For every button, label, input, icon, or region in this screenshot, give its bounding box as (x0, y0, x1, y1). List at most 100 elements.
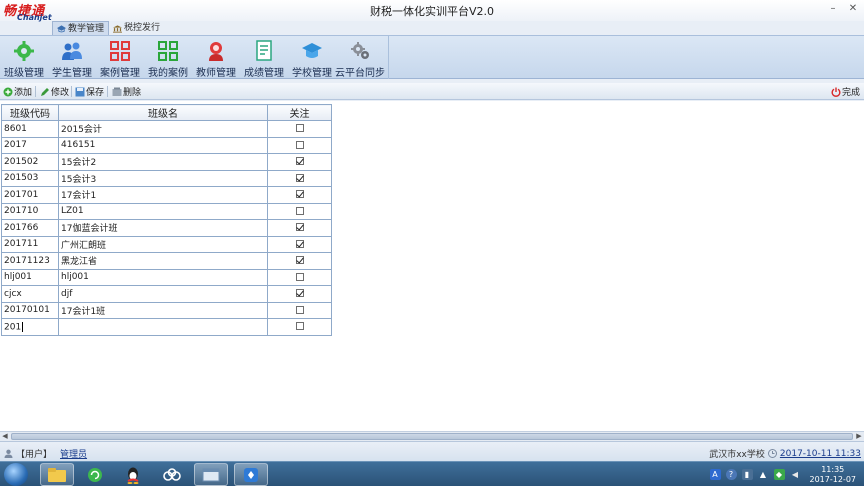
table-row[interactable]: hlj001 hlj001 (1, 268, 332, 286)
class-code-cell[interactable]: hlj001 (1, 268, 59, 286)
class-management-button[interactable]: 班级管理 (0, 36, 48, 79)
language-icon[interactable]: A (709, 469, 721, 480)
follow-cell[interactable] (267, 235, 332, 253)
class-name-cell[interactable]: 15会计2 (58, 153, 268, 171)
help-icon[interactable]: ? (725, 469, 737, 480)
save-button[interactable]: 保存 (75, 85, 104, 98)
student-management-button[interactable]: 学生管理 (48, 36, 96, 79)
user-name-link[interactable]: 管理员 (60, 447, 87, 460)
follow-cell[interactable] (267, 153, 332, 171)
teacher-management-button[interactable]: 教师管理 (192, 36, 240, 79)
follow-checkbox[interactable] (295, 256, 304, 265)
class-code-cell[interactable]: 201 (1, 318, 59, 336)
table-row[interactable]: 201766 17伽蓝会计班 (1, 219, 332, 237)
horizontal-scrollbar[interactable]: ◀ ▶ (0, 431, 864, 441)
follow-cell[interactable] (267, 120, 332, 138)
follow-checkbox[interactable] (295, 289, 304, 298)
follow-cell[interactable] (267, 252, 332, 270)
class-name-cell[interactable]: hlj001 (58, 268, 268, 286)
follow-cell[interactable] (267, 268, 332, 286)
scroll-right-arrow[interactable]: ▶ (854, 432, 864, 441)
header-follow[interactable]: 关注 (267, 104, 332, 121)
follow-cell[interactable] (267, 219, 332, 237)
follow-checkbox[interactable] (295, 206, 304, 215)
table-row[interactable]: 201701 17会计1 (1, 186, 332, 204)
follow-checkbox[interactable] (295, 223, 304, 232)
done-button[interactable]: 完成 (831, 85, 860, 98)
table-row[interactable]: 201503 15会计3 (1, 169, 332, 187)
class-code-cell[interactable]: 2017 (1, 136, 59, 154)
class-code-cell[interactable]: 201701 (1, 186, 59, 204)
taskbar-app-qq[interactable] (116, 463, 150, 486)
follow-checkbox[interactable] (295, 140, 304, 149)
class-code-cell[interactable]: 20170101 (1, 301, 59, 319)
score-management-button[interactable]: 成绩管理 (240, 36, 288, 79)
scrollbar-thumb[interactable] (11, 433, 853, 440)
school-management-button[interactable]: 学校管理 (288, 36, 336, 79)
table-row[interactable]: 201711 广州汇朗班 (1, 235, 332, 253)
show-hidden-icons[interactable]: ▲ (758, 469, 769, 480)
start-button[interactable] (4, 463, 28, 486)
follow-cell[interactable] (267, 301, 332, 319)
tab-tax-control-issue[interactable]: 税控发行 (109, 21, 164, 36)
cloud-sync-button[interactable]: 云平台同步 (335, 36, 385, 79)
class-code-cell[interactable]: 201766 (1, 219, 59, 237)
follow-checkbox[interactable] (295, 124, 304, 133)
table-row[interactable]: 20170101 17会计1班 (1, 301, 332, 319)
minimize-button[interactable]: – (826, 2, 840, 15)
follow-cell[interactable] (267, 169, 332, 187)
follow-checkbox[interactable] (295, 173, 304, 182)
taskbar-clock[interactable]: 11:35 2017-12-07 (810, 465, 857, 485)
class-code-cell[interactable]: 201503 (1, 169, 59, 187)
table-row[interactable]: cjcx djf (1, 285, 332, 303)
class-code-cell[interactable]: cjcx (1, 285, 59, 303)
tab-teaching-management[interactable]: 教学管理 (52, 21, 110, 36)
edit-button[interactable]: 修改 (40, 85, 69, 98)
follow-cell[interactable] (267, 136, 332, 154)
taskbar-app-refresh[interactable] (78, 463, 112, 486)
class-name-cell[interactable]: 15会计3 (58, 169, 268, 187)
table-row[interactable]: 20171123 黑龙江省 (1, 252, 332, 270)
header-class-code[interactable]: 班级代码 (1, 104, 59, 121)
class-name-cell[interactable]: LZ01 (58, 202, 268, 220)
table-row[interactable]: 201 (1, 318, 332, 336)
network-icon[interactable]: ▮ (741, 469, 753, 480)
follow-checkbox[interactable] (295, 305, 304, 314)
case-management-button[interactable]: 案例管理 (96, 36, 144, 79)
class-code-cell[interactable]: 8601 (1, 120, 59, 138)
class-name-cell[interactable]: 2015会计 (58, 120, 268, 138)
my-cases-button[interactable]: 我的案例 (144, 36, 192, 79)
class-name-cell[interactable]: 广州汇朗班 (58, 235, 268, 253)
tray-app-icon[interactable]: ◆ (773, 469, 785, 480)
follow-checkbox[interactable] (295, 190, 304, 199)
follow-checkbox[interactable] (295, 272, 304, 281)
taskbar-app-explorer[interactable] (40, 463, 74, 486)
table-row[interactable]: 8601 2015会计 (1, 120, 332, 138)
follow-cell[interactable] (267, 202, 332, 220)
class-name-cell[interactable]: 416151 (58, 136, 268, 154)
delete-button[interactable]: 删除 (112, 85, 141, 98)
close-button[interactable]: ✕ (846, 2, 860, 15)
header-class-name[interactable]: 班级名 (58, 104, 268, 121)
class-name-cell[interactable] (58, 318, 268, 336)
class-code-cell[interactable]: 201710 (1, 202, 59, 220)
follow-cell[interactable] (267, 186, 332, 204)
class-code-cell[interactable]: 201711 (1, 235, 59, 253)
class-name-cell[interactable]: 黑龙江省 (58, 252, 268, 270)
class-name-cell[interactable]: 17伽蓝会计班 (58, 219, 268, 237)
class-name-cell[interactable]: 17会计1班 (58, 301, 268, 319)
table-row[interactable]: 2017 416151 (1, 136, 332, 154)
taskbar-app-cloud[interactable] (155, 463, 189, 486)
add-button[interactable]: 添加 (3, 85, 32, 98)
class-code-cell[interactable]: 20171123 (1, 252, 59, 270)
follow-checkbox[interactable] (295, 157, 304, 166)
scroll-left-arrow[interactable]: ◀ (0, 432, 10, 441)
volume-icon[interactable]: ◀ (790, 469, 801, 480)
class-code-cell[interactable]: 201502 (1, 153, 59, 171)
follow-cell[interactable] (267, 318, 332, 336)
class-name-cell[interactable]: djf (58, 285, 268, 303)
taskbar-app-window[interactable] (194, 463, 228, 486)
follow-cell[interactable] (267, 285, 332, 303)
table-row[interactable]: 201710 LZ01 (1, 202, 332, 220)
follow-checkbox[interactable] (295, 239, 304, 248)
